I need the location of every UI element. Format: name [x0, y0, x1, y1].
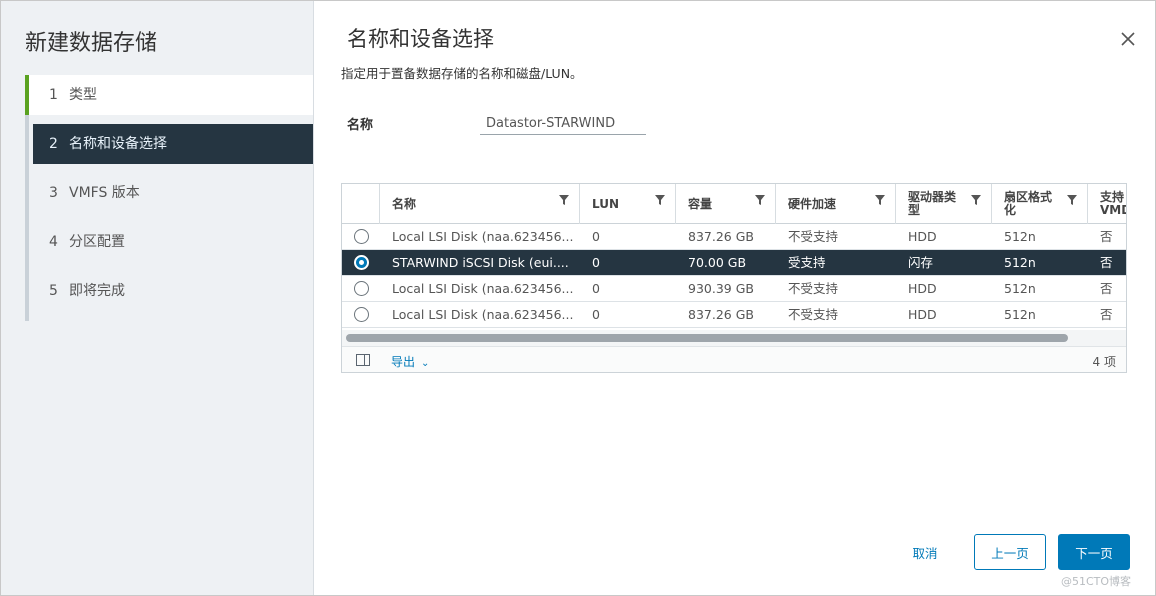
filter-icon[interactable]: [559, 195, 569, 205]
cell-capacity: 930.39 GB: [688, 281, 754, 296]
filter-icon[interactable]: [655, 195, 665, 205]
cell-sector: 512n: [1004, 307, 1036, 322]
cell-vmd: 否: [1100, 307, 1113, 322]
wizard-title: 新建数据存储: [25, 31, 158, 56]
header-lun[interactable]: LUN: [580, 184, 676, 224]
wizard-sidebar: 新建数据存储 1 类型 2 名称和设备选择 3 VMFS 版本 4 分区配置 5 即将完成: [1, 1, 314, 595]
chevron-down-icon: ⌄: [421, 358, 430, 369]
cancel-button[interactable]: 取消: [899, 541, 951, 563]
cell-name: Local LSI Disk (naa.623456...: [392, 229, 574, 244]
close-icon[interactable]: [1118, 29, 1138, 49]
step-vmfs-version[interactable]: 3 VMFS 版本: [25, 173, 313, 213]
watermark: @51CTO博客: [1061, 575, 1132, 588]
wizard-steps: 1 类型 2 名称和设备选择 3 VMFS 版本 4 分区配置 5 即将完成: [25, 75, 313, 321]
grid-footer: 导出 ⌄ 4 项: [342, 346, 1126, 372]
cell-name: Local LSI Disk (naa.623456...: [392, 307, 574, 322]
column-toggle-icon[interactable]: [356, 354, 370, 366]
export-button[interactable]: 导出 ⌄: [391, 353, 429, 370]
cell-vmd: 否: [1100, 229, 1113, 244]
horizontal-scrollbar[interactable]: [342, 330, 1126, 346]
step-label: 分区配置: [69, 234, 125, 250]
cell-hw-accel: 不受支持: [788, 307, 839, 322]
header-name[interactable]: 名称: [380, 184, 580, 224]
cell-lun: 0: [592, 229, 600, 244]
header-label: 支持VMD: [1100, 190, 1126, 217]
cell-lun: 0: [592, 255, 600, 270]
header-vmd[interactable]: 支持VMD: [1088, 184, 1126, 224]
scrollbar-thumb[interactable]: [346, 334, 1068, 342]
grid-header: 名称 LUN 容量 硬件加速 驱动器类型 扇区格式化 支持VM: [342, 184, 1126, 224]
table-row[interactable]: Local LSI Disk (naa.623456... 0 837.26 G…: [342, 224, 1126, 250]
step-partition[interactable]: 4 分区配置: [25, 222, 313, 262]
name-label: 名称: [347, 118, 374, 133]
step-type[interactable]: 1 类型: [25, 75, 313, 115]
header-label: 容量: [688, 196, 713, 211]
cell-capacity: 837.26 GB: [688, 229, 754, 244]
step-label: 即将完成: [69, 283, 125, 299]
step-ready[interactable]: 5 即将完成: [25, 271, 313, 311]
row-radio-selected[interactable]: [354, 255, 369, 270]
cell-name: Local LSI Disk (naa.623456...: [392, 281, 574, 296]
table-row[interactable]: Local LSI Disk (naa.623456... 0 837.26 G…: [342, 302, 1126, 328]
row-radio[interactable]: [354, 307, 369, 322]
cell-hw-accel: 不受支持: [788, 281, 839, 296]
table-row[interactable]: STARWIND iSCSI Disk (eui.... 0 70.00 GB …: [342, 250, 1126, 276]
cell-hw-accel: 受支持: [788, 255, 826, 270]
cell-vmd: 否: [1100, 255, 1113, 270]
device-grid: 名称 LUN 容量 硬件加速 驱动器类型 扇区格式化 支持VM Local LS…: [341, 183, 1127, 373]
header-drive-type[interactable]: 驱动器类型: [896, 184, 992, 224]
step-label: VMFS 版本: [69, 185, 140, 201]
filter-icon[interactable]: [875, 195, 885, 205]
page-subtitle: 指定用于置备数据存储的名称和磁盘/LUN。: [341, 66, 583, 81]
header-hw-accel[interactable]: 硬件加速: [776, 184, 896, 224]
filter-icon[interactable]: [755, 195, 765, 205]
step-number: 4: [49, 234, 58, 250]
cell-vmd: 否: [1100, 281, 1113, 296]
cell-lun: 0: [592, 307, 600, 322]
step-number: 2: [49, 136, 58, 152]
header-label: LUN: [592, 196, 620, 211]
step-label: 名称和设备选择: [69, 136, 167, 152]
step-name-device[interactable]: 2 名称和设备选择: [33, 124, 313, 164]
back-button[interactable]: 上一页: [974, 534, 1046, 570]
page-title: 名称和设备选择: [347, 27, 494, 51]
header-label: 硬件加速: [788, 196, 837, 211]
datastore-name-input[interactable]: [480, 113, 646, 135]
cell-capacity: 837.26 GB: [688, 307, 754, 322]
header-label: 扇区格式化: [1004, 190, 1053, 217]
export-label: 导出: [391, 355, 416, 369]
header-label: 名称: [392, 196, 417, 211]
cell-drive-type: HDD: [908, 281, 937, 296]
header-capacity[interactable]: 容量: [676, 184, 776, 224]
table-row[interactable]: Local LSI Disk (naa.623456... 0 930.39 G…: [342, 276, 1126, 302]
cell-sector: 512n: [1004, 255, 1036, 270]
header-select: [342, 184, 380, 224]
filter-icon[interactable]: [971, 195, 981, 205]
filter-icon[interactable]: [1067, 195, 1077, 205]
cell-drive-type: HDD: [908, 307, 937, 322]
cell-capacity: 70.00 GB: [688, 255, 747, 270]
cell-name: STARWIND iSCSI Disk (eui....: [392, 255, 569, 270]
row-radio[interactable]: [354, 229, 369, 244]
header-label: 驱动器类型: [908, 190, 957, 217]
item-count: 4 项: [1092, 355, 1116, 369]
header-sector-format[interactable]: 扇区格式化: [992, 184, 1088, 224]
cell-sector: 512n: [1004, 281, 1036, 296]
row-radio[interactable]: [354, 281, 369, 296]
cell-drive-type: HDD: [908, 229, 937, 244]
step-number: 3: [49, 185, 58, 201]
step-label: 类型: [69, 87, 97, 103]
step-number: 1: [49, 87, 58, 103]
cell-sector: 512n: [1004, 229, 1036, 244]
cell-lun: 0: [592, 281, 600, 296]
new-datastore-dialog: 新建数据存储 1 类型 2 名称和设备选择 3 VMFS 版本 4 分区配置 5 即将完成…: [0, 0, 1156, 596]
cell-drive-type: 闪存: [908, 255, 934, 270]
next-button[interactable]: 下一页: [1058, 534, 1130, 570]
cell-hw-accel: 不受支持: [788, 229, 839, 244]
step-number: 5: [49, 283, 58, 299]
